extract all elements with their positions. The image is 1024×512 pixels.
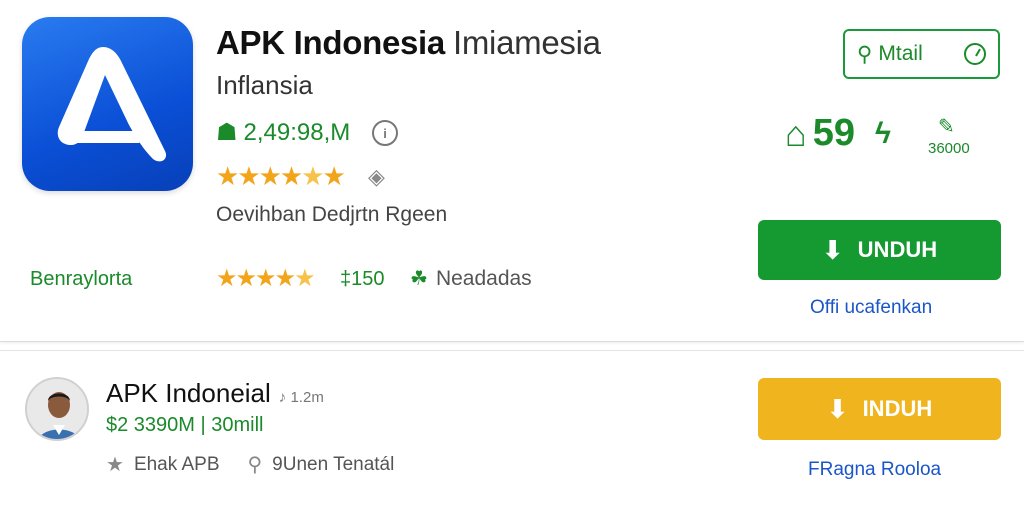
downloads-count: ☗ 2,49:98,M (216, 118, 350, 147)
clock-icon (964, 43, 986, 65)
second-app-link[interactable]: FRagna Rooloa (808, 459, 941, 481)
price-label: ‡150 (340, 268, 385, 290)
stat-value: 59 (812, 112, 856, 154)
stat-display: ⌂ 59 ϟ (785, 112, 891, 155)
avatar[interactable] (25, 377, 89, 441)
downloads-icon: ☗ (216, 119, 238, 146)
second-app-meta: ♪ 1.2m (278, 389, 324, 406)
second-app-tag2: 9Unen Tenatál (272, 453, 395, 475)
second-download-button-label: INDUH (862, 396, 933, 421)
info-icon[interactable]: i (372, 120, 398, 146)
app-title: APK Indonesia Imiamesia (216, 24, 601, 62)
app-logo-icon[interactable] (22, 17, 193, 191)
official-link[interactable]: Offi ucafenkan (810, 297, 932, 319)
second-app-size: $2 3390M | 30mill (106, 414, 264, 436)
second-app-tags: ★ Ehak APB ⚲ 9Unen Tenatál (106, 452, 394, 477)
category-label[interactable]: Benraylorta (30, 268, 132, 291)
download-button[interactable]: ⬇ UNDUH (758, 220, 1001, 280)
requirement-label: Neadadas (435, 266, 532, 290)
search-icon: ⚲ (857, 42, 873, 66)
home-icon: ⌂ (785, 112, 807, 154)
detail-button-label: Mtail (878, 42, 923, 65)
chat-icon: ✎ (938, 116, 955, 138)
app-title-main: APK Indonesia (216, 24, 445, 61)
requirement: ☘ Neadadas (410, 266, 532, 291)
second-app-title-text: APK Indoneial (106, 378, 271, 408)
download-arrow-icon: ⬇ (821, 234, 844, 265)
search-small-icon: ⚲ (247, 454, 263, 476)
second-app-title[interactable]: APK Indoneial ♪ 1.2m (106, 378, 324, 409)
app-subtitle: Inflansia (216, 70, 313, 100)
stat-small-value: 36000 (928, 140, 970, 157)
detail-button[interactable]: ⚲ Mtail (843, 29, 1000, 79)
app-title-suffix: Imiamesia (452, 24, 601, 61)
download-arrow-icon: ⬇ (826, 393, 849, 424)
star-icon: ★ (106, 454, 124, 476)
download-button-label: UNDUH (857, 237, 938, 262)
rating-stars: ★★★★★★ (216, 161, 346, 191)
app-card-main: APK Indonesia Imiamesia Inflansia ☗ 2,49:… (0, 0, 1024, 342)
rating-icon[interactable]: ◈ (368, 164, 385, 190)
downloads-value: 2,49:98,M (243, 118, 351, 146)
needs-icon: ☘ (410, 268, 428, 290)
bolt-icon: ϟ (875, 116, 891, 150)
second-app-tag1: Ehak APB (133, 453, 220, 475)
developer-name[interactable]: Oevihban Dedjrtn Rgeen (216, 203, 447, 227)
second-download-button[interactable]: ⬇ INDUH (758, 378, 1001, 440)
rating-stars-secondary: ★★★★★ (216, 265, 316, 292)
second-app-meta-value: 1.2m (290, 389, 324, 406)
